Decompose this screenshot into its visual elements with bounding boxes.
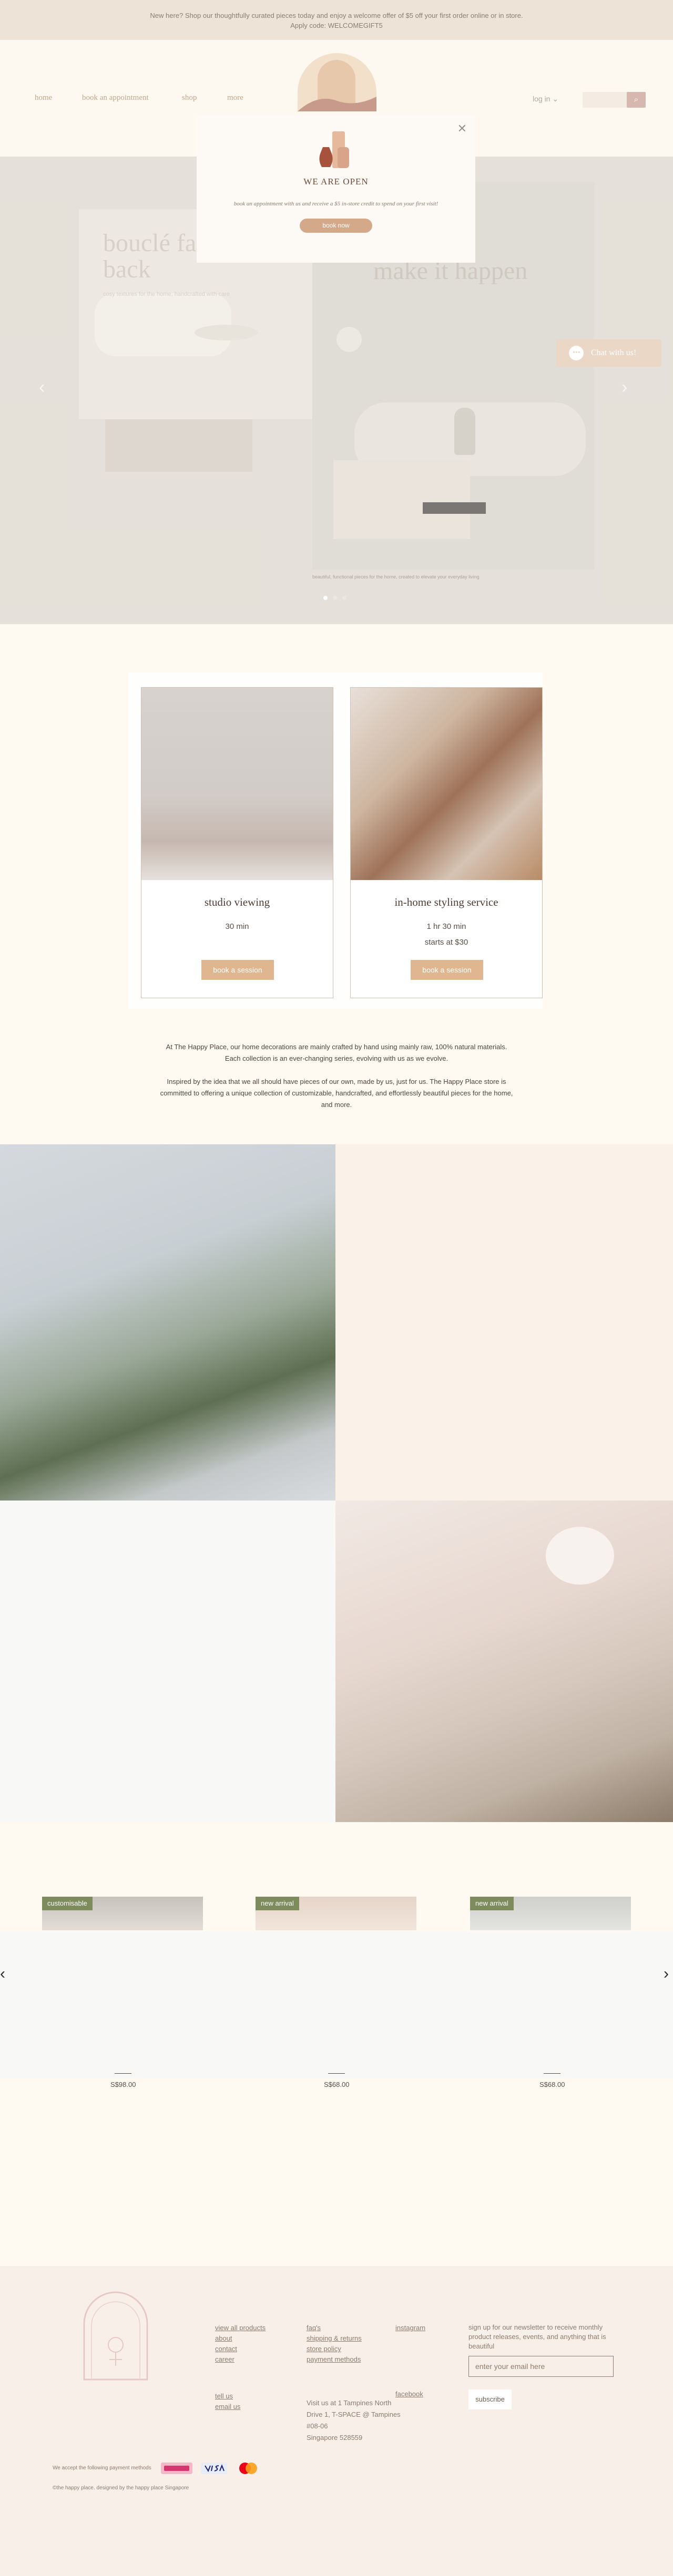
product-badge: new arrival — [470, 1897, 514, 1910]
slide-dot-3[interactable] — [342, 596, 346, 600]
service-card-studio: studio viewing 30 min book a session — [141, 687, 333, 998]
services-section: studio viewing 30 min book a session in-… — [128, 673, 543, 1009]
footer-link-contact[interactable]: contact — [215, 2345, 237, 2353]
slide-dot-1[interactable] — [323, 596, 328, 600]
product-badge: new arrival — [256, 1897, 299, 1910]
product-price: S$68.00 — [324, 2081, 350, 2088]
footer-link-tell-us[interactable]: tell us — [215, 2392, 233, 2400]
brand-logo[interactable] — [297, 53, 378, 111]
chat-button[interactable]: ••• Chat with us! — [556, 339, 661, 367]
product-card[interactable]: customisable — [42, 1897, 203, 2065]
visa-icon — [201, 2463, 227, 2474]
popup-text: book an appointment with us and receive … — [233, 201, 439, 207]
about-section: At The Happy Place, our home decorations… — [158, 1041, 515, 1111]
hero-caption: beautiful, functional pieces for the hom… — [312, 574, 480, 580]
gallery-image-1[interactable] — [0, 1144, 335, 1501]
carousel-prev-arrow[interactable]: ‹ — [0, 1965, 5, 1983]
hero-left-heading: bouclé fa back — [103, 230, 196, 283]
pendant-lamp-shape — [546, 1527, 614, 1585]
product-divider — [544, 2073, 560, 2074]
service-duration: 1 hr 30 min — [426, 922, 466, 931]
service-image-styling — [351, 688, 542, 880]
subscribe-button[interactable]: subscribe — [468, 2389, 512, 2409]
service-card-styling: in-home styling service 1 hr 30 min star… — [350, 687, 543, 998]
service-image-studio — [141, 688, 333, 880]
newsletter-email-input[interactable]: enter your email here — [468, 2356, 614, 2377]
nav-home[interactable]: home — [35, 94, 52, 102]
hero-prev-arrow[interactable]: ‹ — [39, 377, 45, 398]
chevron-down-icon: ⌄ — [552, 95, 559, 103]
product-card[interactable]: new arrival — [470, 1897, 631, 2065]
address-line: #08-06 — [307, 2422, 328, 2430]
carousel-next-arrow[interactable]: › — [664, 1965, 669, 1983]
book-session-button[interactable]: book a session — [411, 960, 483, 980]
about-paragraph-1: At The Happy Place, our home decorations… — [166, 1043, 507, 1062]
book-now-button[interactable]: book now — [300, 219, 372, 233]
paynow-icon — [161, 2463, 192, 2474]
footer-link-email-us[interactable]: email us — [215, 2403, 240, 2411]
login-link[interactable]: log in ⌄ — [533, 95, 558, 104]
chat-label: Chat with us! — [591, 348, 637, 357]
footer-link-facebook[interactable]: facebook — [395, 2390, 423, 2398]
nav-more[interactable]: more — [227, 94, 243, 102]
service-title: studio viewing — [204, 896, 270, 908]
footer-link-products[interactable]: view all products — [215, 2324, 266, 2332]
footer-link-shipping[interactable]: shipping & returns — [307, 2334, 362, 2342]
slide-dot-2[interactable] — [333, 596, 337, 600]
product-price: S$98.00 — [110, 2081, 136, 2088]
product-divider — [328, 2073, 345, 2074]
hero-play-dot[interactable] — [336, 327, 362, 352]
search-icon[interactable]: ⌕ — [627, 92, 646, 108]
close-icon[interactable]: ✕ — [457, 122, 467, 136]
footer-link-career[interactable]: career — [215, 2355, 234, 2363]
product-badge: customisable — [42, 1897, 93, 1910]
announcement-code: Apply code: WELCOMEGIFT5 — [290, 22, 383, 29]
announcement-text: New here? Shop our thoughtfully curated … — [150, 12, 523, 19]
site-footer: view all products about contact career t… — [0, 2266, 673, 2576]
hero-left-sub: cosy textures for the home, handcrafted … — [103, 291, 230, 297]
service-price: starts at $30 — [424, 938, 468, 947]
gallery-panel-3 — [0, 1501, 335, 1822]
gallery-image-4[interactable] — [335, 1501, 673, 1822]
mastercard-icon — [239, 2463, 257, 2474]
slide-dots — [323, 596, 350, 601]
hero-left-heading-line1: bouclé fa — [103, 229, 197, 257]
footer-link-instagram[interactable]: instagram — [395, 2324, 425, 2332]
footer-link-faq[interactable]: faq's — [307, 2324, 321, 2332]
welcome-popup: ✕ WE ARE OPEN book an appointment with u… — [197, 115, 475, 263]
hero-next-arrow[interactable]: › — [621, 377, 627, 398]
product-carousel: ‹ › customisable S$98.00 new arrival S$6… — [0, 1881, 673, 2102]
service-title: in-home styling service — [394, 896, 498, 908]
popup-title: WE ARE OPEN — [303, 177, 369, 187]
footer-link-store-policy[interactable]: store policy — [307, 2345, 341, 2353]
payment-methods-text: We accept the following payment methods — [53, 2465, 151, 2471]
footer-logo — [83, 2291, 148, 2381]
copyright: ©the happy place. designed by the happy … — [53, 2485, 189, 2491]
footer-link-about[interactable]: about — [215, 2334, 232, 2342]
hero-left-heading-line2: back — [103, 255, 151, 283]
footer-link-payment-methods[interactable]: payment methods — [307, 2355, 361, 2363]
product-card[interactable]: new arrival — [256, 1897, 416, 2065]
newsletter-text: sign up for our newsletter to receive mo… — [468, 2323, 606, 2350]
product-divider — [115, 2073, 131, 2074]
footer-address: Visit us at 1 Tampines North Drive 1, T-… — [307, 2397, 401, 2444]
about-paragraph-2: Inspired by the idea that we all should … — [160, 1078, 513, 1109]
product-price: S$68.00 — [539, 2081, 565, 2088]
service-duration: 30 min — [225, 922, 249, 931]
login-label: log in — [533, 95, 550, 103]
nav-book-appointment[interactable]: book an appointment — [82, 94, 149, 102]
search-bar[interactable]: ⌕ — [583, 92, 646, 108]
gallery-panel-2 — [335, 1144, 673, 1501]
vases-icon — [319, 131, 349, 168]
nav-shop[interactable]: shop — [182, 94, 197, 102]
chat-bubble-icon: ••• — [569, 346, 584, 360]
address-line: Singapore 528559 — [307, 2434, 363, 2441]
book-session-button[interactable]: book a session — [201, 960, 274, 980]
announcement-bar: New here? Shop our thoughtfully curated … — [0, 0, 673, 40]
address-line: Visit us at 1 Tampines North — [307, 2399, 392, 2407]
address-line: Drive 1, T-SPACE @ Tampines — [307, 2411, 401, 2418]
